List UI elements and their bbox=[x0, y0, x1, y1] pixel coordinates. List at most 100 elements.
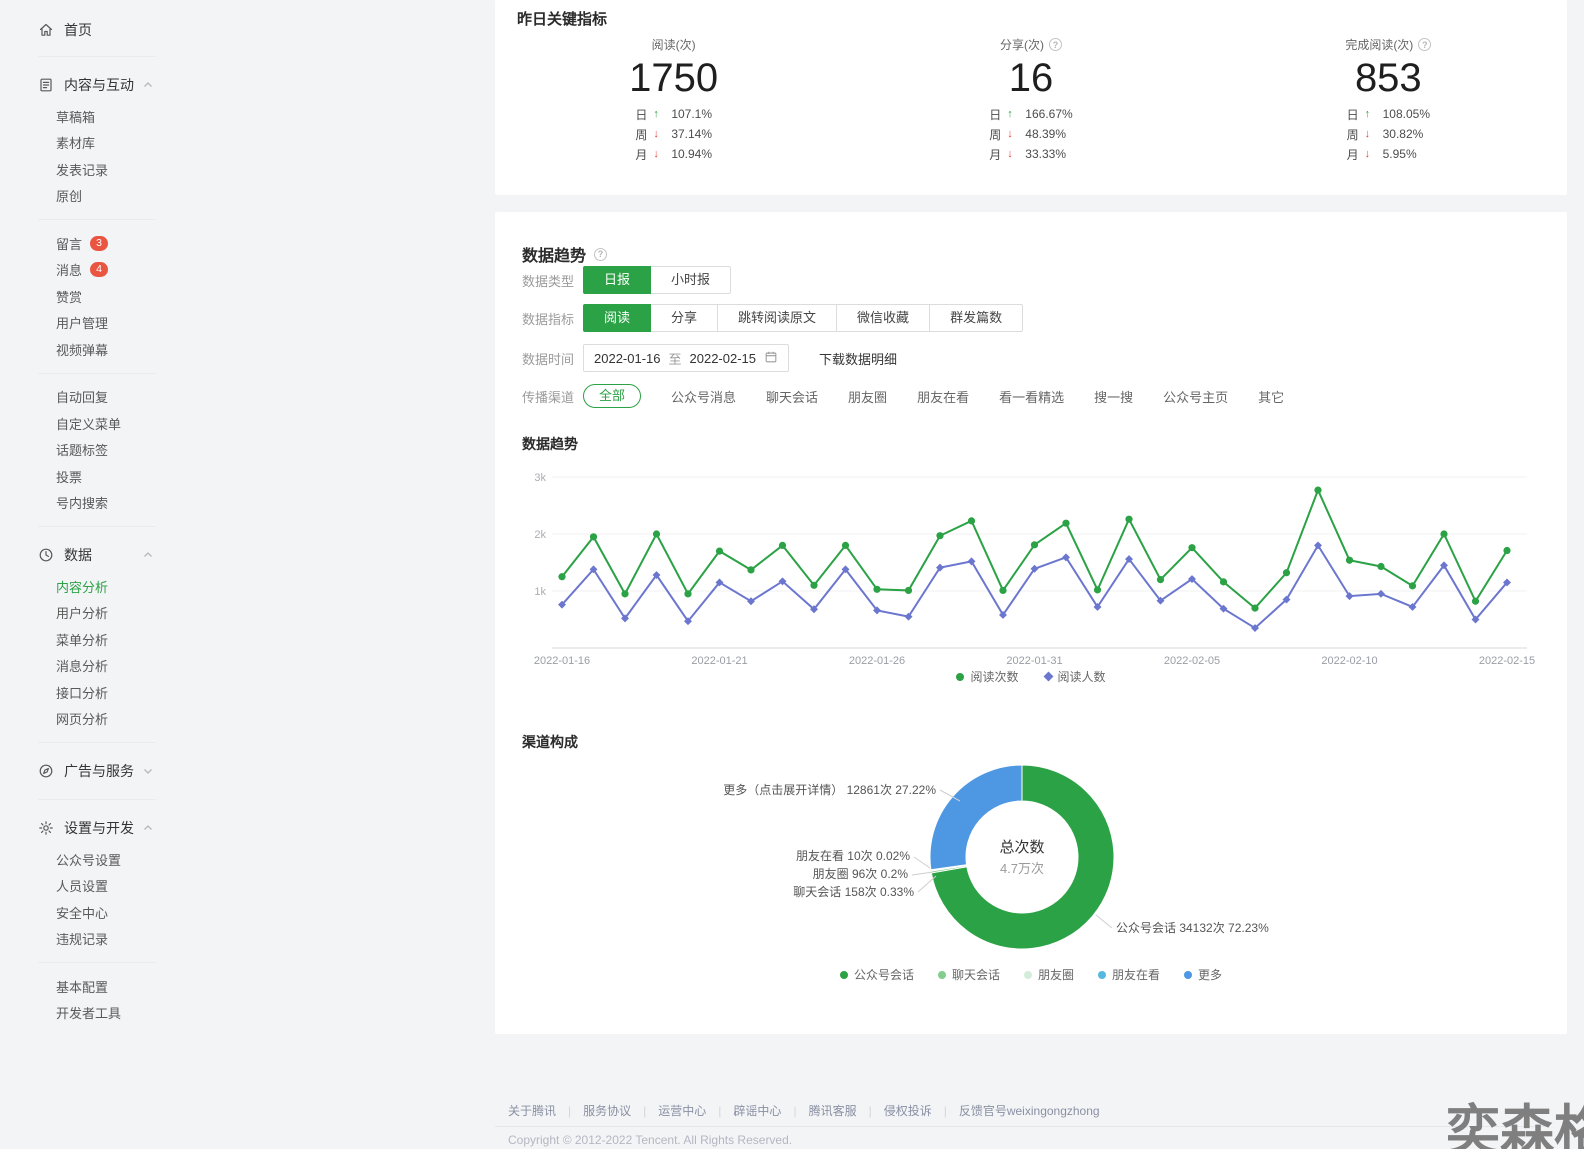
channel-搜一搜[interactable]: 搜一搜 bbox=[1094, 387, 1133, 406]
sidebar-item-用户管理[interactable]: 用户管理 bbox=[0, 310, 190, 337]
filter-label: 数据时间 bbox=[522, 349, 583, 368]
legend-阅读次数[interactable]: 阅读次数 bbox=[956, 668, 1018, 685]
sidebar-item-留言[interactable]: 留言3 bbox=[0, 230, 190, 257]
sidebar-item-草稿箱[interactable]: 草稿箱 bbox=[0, 103, 190, 130]
sidebar-item-号内搜索[interactable]: 号内搜索 bbox=[0, 490, 190, 517]
tab-阅读[interactable]: 阅读 bbox=[583, 304, 651, 332]
down-arrow-icon: ↓ bbox=[1365, 128, 1383, 140]
legend-更多[interactable]: 更多 bbox=[1184, 966, 1222, 983]
sidebar-item-违规记录[interactable]: 违规记录 bbox=[0, 926, 190, 953]
footer-link-服务协议[interactable]: 服务协议 bbox=[583, 1102, 631, 1119]
channel-看一看精选[interactable]: 看一看精选 bbox=[999, 387, 1064, 406]
up-arrow-icon: ↑ bbox=[1007, 108, 1025, 120]
filter-row: 数据类型日报小时报 bbox=[522, 266, 731, 294]
donut-center-label: 总次数 bbox=[999, 839, 1044, 856]
sidebar-item-数据[interactable]: 数据 bbox=[0, 537, 190, 573]
sidebar-item-首页[interactable]: 首页 bbox=[0, 14, 190, 46]
donut-label-公众号会话: 公众号会话 34132次 72.23% bbox=[1116, 921, 1269, 935]
gear-icon bbox=[38, 820, 54, 836]
sidebar-item-公众号设置[interactable]: 公众号设置 bbox=[0, 846, 190, 873]
metric-change-row: 周 ↓ 48.39% bbox=[989, 124, 1072, 144]
up-arrow-icon: ↑ bbox=[1365, 108, 1383, 120]
sidebar-item-广告与服务[interactable]: 广告与服务 bbox=[0, 753, 190, 789]
sidebar-item-投票[interactable]: 投票 bbox=[0, 463, 190, 490]
sidebar-item-基本配置[interactable]: 基本配置 bbox=[0, 973, 190, 1000]
channel-其它[interactable]: 其它 bbox=[1258, 387, 1284, 406]
channel-朋友在看[interactable]: 朋友在看 bbox=[917, 387, 969, 406]
tab-分享[interactable]: 分享 bbox=[650, 304, 718, 332]
sidebar-item-开发者工具[interactable]: 开发者工具 bbox=[0, 1000, 190, 1027]
date-range-picker[interactable]: 2022-01-16至 2022-02-15 bbox=[583, 344, 789, 372]
help-icon[interactable]: ? bbox=[1049, 38, 1062, 51]
yesterday-key-metrics-card: 昨日关键指标 阅读(次) 1750 日 ↑ 107.1% 周 ↓ 37.14% … bbox=[495, 0, 1567, 195]
channel-全部[interactable]: 全部 bbox=[583, 384, 641, 408]
sidebar-item-网页分析[interactable]: 网页分析 bbox=[0, 706, 190, 733]
legend-朋友在看[interactable]: 朋友在看 bbox=[1098, 966, 1160, 983]
legend-marker bbox=[938, 971, 946, 979]
sidebar-item-素材库[interactable]: 素材库 bbox=[0, 130, 190, 157]
sidebar-item-原创[interactable]: 原创 bbox=[0, 183, 190, 210]
line-chart-svg: 1k2k3k2022-01-162022-01-212022-01-262022… bbox=[522, 458, 1540, 664]
sidebar-item-自动回复[interactable]: 自动回复 bbox=[0, 384, 190, 411]
sidebar-item-设置与开发[interactable]: 设置与开发 bbox=[0, 810, 190, 846]
legend-聊天会话[interactable]: 聊天会话 bbox=[938, 966, 1000, 983]
legend-公众号会话[interactable]: 公众号会话 bbox=[840, 966, 914, 983]
metric-change-row: 月 ↓ 10.94% bbox=[635, 144, 712, 164]
legend-朋友圈[interactable]: 朋友圈 bbox=[1024, 966, 1074, 983]
tab-group: 日报小时报 bbox=[583, 266, 731, 294]
channel-朋友圈[interactable]: 朋友圈 bbox=[848, 387, 887, 406]
footer-link-反馈官号weixingongzhong[interactable]: 反馈官号weixingongzhong bbox=[959, 1102, 1100, 1119]
filter-label: 数据指标 bbox=[522, 309, 583, 328]
svg-text:2022-02-15: 2022-02-15 bbox=[1479, 655, 1535, 664]
wechat-mp-dashboard: 首页 内容与互动 草稿箱 素材库 发表记录 原创 留言3 消息4 赞赏 用户管理… bbox=[0, 0, 1584, 1149]
footer-link-侵权投诉[interactable]: 侵权投诉 bbox=[884, 1102, 932, 1119]
help-icon[interactable]: ? bbox=[594, 248, 607, 261]
donut-label-朋友在看: 朋友在看 10次 0.02% bbox=[796, 849, 910, 863]
tab-小时报[interactable]: 小时报 bbox=[650, 266, 731, 294]
sidebar-item-赞赏[interactable]: 赞赏 bbox=[0, 283, 190, 310]
svg-text:3k: 3k bbox=[534, 472, 546, 484]
tab-日报[interactable]: 日报 bbox=[583, 266, 651, 294]
sidebar-item-消息[interactable]: 消息4 bbox=[0, 257, 190, 284]
tab-微信收藏[interactable]: 微信收藏 bbox=[836, 304, 930, 332]
metric-change-row: 周 ↓ 37.14% bbox=[635, 124, 712, 144]
filter-row: 数据时间 2022-01-16至 2022-02-15 下载数据明细 bbox=[522, 344, 897, 372]
footer-link-关于腾讯[interactable]: 关于腾讯 bbox=[508, 1102, 556, 1119]
tab-跳转阅读原文[interactable]: 跳转阅读原文 bbox=[717, 304, 837, 332]
channel-公众号主页[interactable]: 公众号主页 bbox=[1163, 387, 1228, 406]
sidebar-item-安全中心[interactable]: 安全中心 bbox=[0, 899, 190, 926]
trend-title: 数据趋势 ? bbox=[522, 242, 607, 266]
sidebar-item-发表记录[interactable]: 发表记录 bbox=[0, 156, 190, 183]
channel-公众号消息[interactable]: 公众号消息 bbox=[671, 387, 736, 406]
metric-value: 1750 bbox=[629, 55, 718, 101]
metric-分享(次): 分享(次)? 16 日 ↑ 166.67% 周 ↓ 48.39% 月 ↓ 33.… bbox=[852, 36, 1209, 164]
footer-link-运营中心[interactable]: 运营中心 bbox=[658, 1102, 706, 1119]
footer-link-辟谣中心[interactable]: 辟谣中心 bbox=[733, 1102, 781, 1119]
sidebar-item-菜单分析[interactable]: 菜单分析 bbox=[0, 626, 190, 653]
chevron-down-icon bbox=[142, 765, 154, 777]
legend-marker bbox=[1043, 672, 1053, 682]
legend-阅读人数[interactable]: 阅读人数 bbox=[1045, 668, 1106, 685]
sidebar-item-自定义菜单[interactable]: 自定义菜单 bbox=[0, 410, 190, 437]
sidebar-divider bbox=[38, 219, 156, 220]
filter-label: 数据类型 bbox=[522, 271, 583, 290]
donut-center-value: 4.7万次 bbox=[1000, 861, 1044, 876]
metric-change-row: 月 ↓ 33.33% bbox=[989, 144, 1072, 164]
footer-link-腾讯客服[interactable]: 腾讯客服 bbox=[809, 1102, 857, 1119]
down-arrow-icon: ↓ bbox=[1007, 148, 1025, 160]
sidebar-item-人员设置[interactable]: 人员设置 bbox=[0, 873, 190, 900]
sidebar-item-消息分析[interactable]: 消息分析 bbox=[0, 653, 190, 680]
tab-群发篇数[interactable]: 群发篇数 bbox=[929, 304, 1023, 332]
sidebar-item-接口分析[interactable]: 接口分析 bbox=[0, 679, 190, 706]
sidebar-item-内容与互动[interactable]: 内容与互动 bbox=[0, 67, 190, 103]
sidebar-divider bbox=[38, 799, 156, 800]
sidebar-item-用户分析[interactable]: 用户分析 bbox=[0, 600, 190, 627]
calendar-icon bbox=[764, 350, 778, 367]
sidebar-item-内容分析[interactable]: 内容分析 bbox=[0, 573, 190, 600]
channel-聊天会话[interactable]: 聊天会话 bbox=[766, 387, 818, 406]
svg-text:2022-01-16: 2022-01-16 bbox=[534, 655, 590, 664]
download-data-link[interactable]: 下载数据明细 bbox=[819, 349, 897, 368]
help-icon[interactable]: ? bbox=[1418, 38, 1431, 51]
sidebar-item-视频弹幕[interactable]: 视频弹幕 bbox=[0, 336, 190, 363]
sidebar-item-话题标签[interactable]: 话题标签 bbox=[0, 437, 190, 464]
